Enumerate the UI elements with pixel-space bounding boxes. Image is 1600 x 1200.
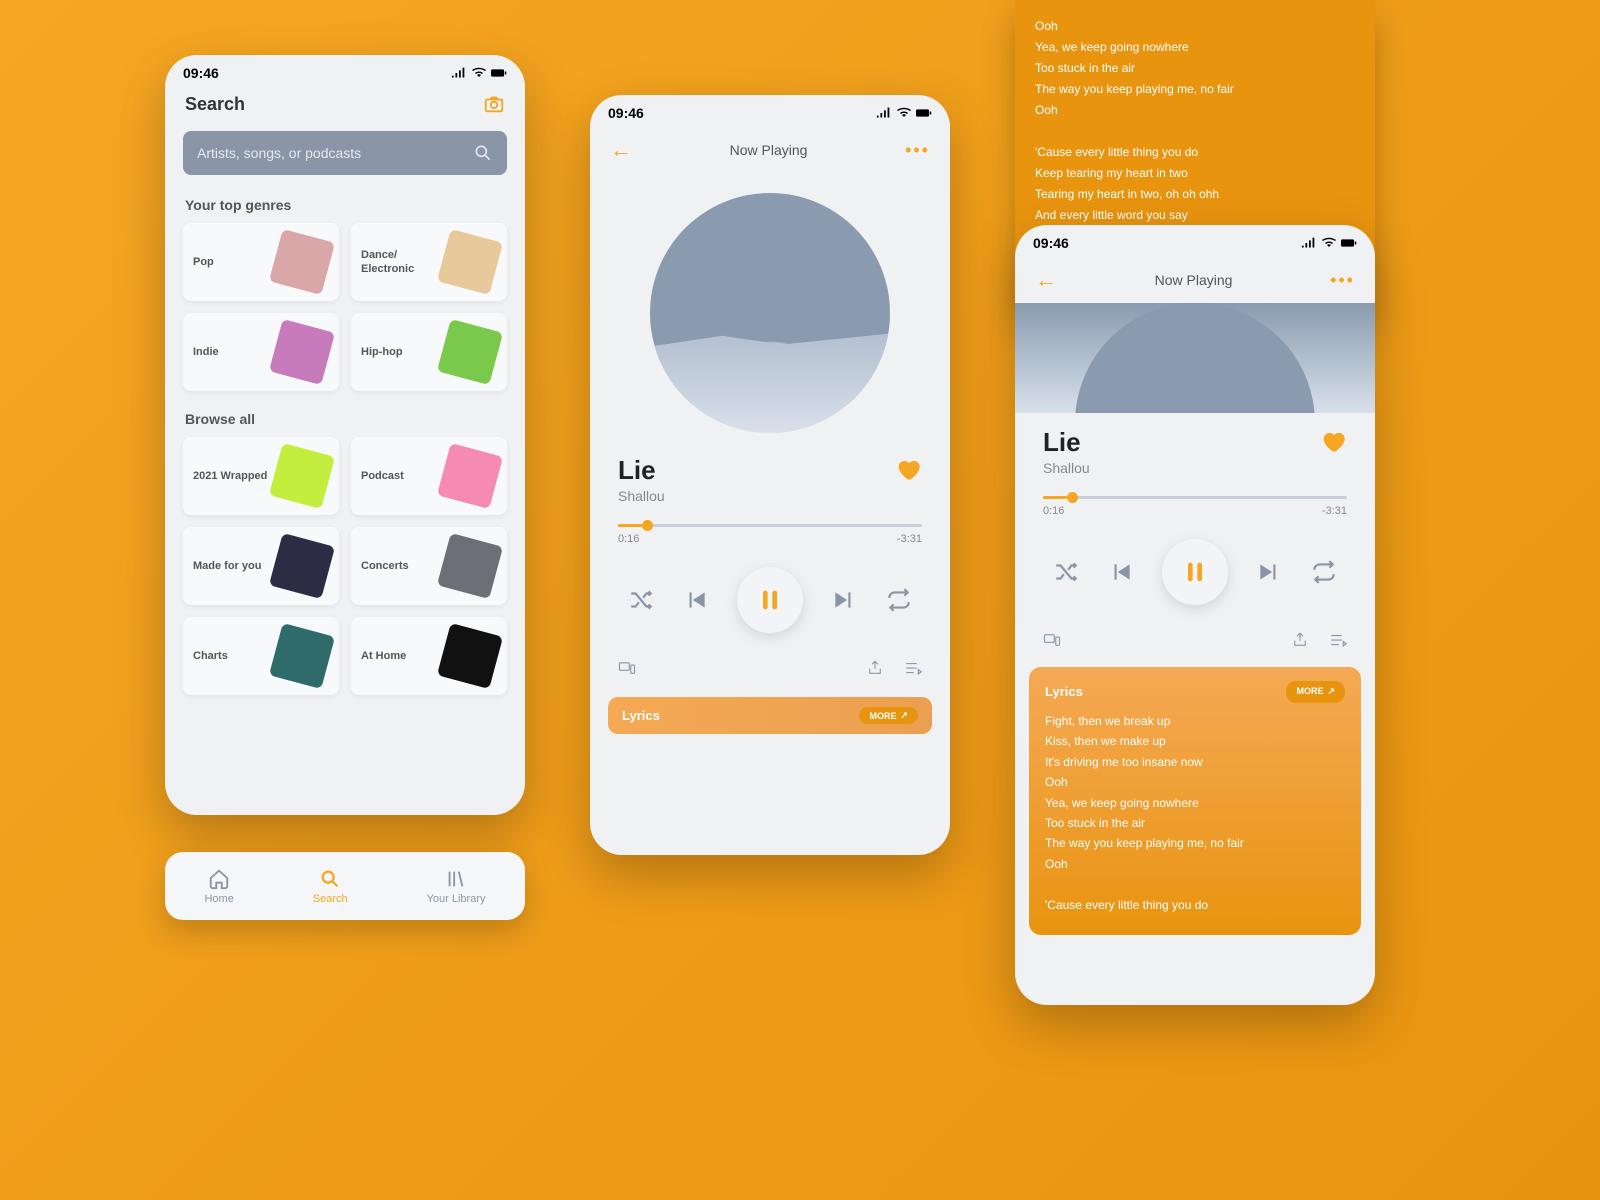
favorite-button[interactable]: [1319, 427, 1347, 455]
genre-tile[interactable]: Concerts: [351, 527, 507, 605]
prev-button[interactable]: [683, 587, 709, 613]
repeat-button[interactable]: [1311, 559, 1337, 585]
tab-library[interactable]: Your Library: [427, 868, 486, 905]
lyrics-pill[interactable]: Lyrics MORE ↗: [608, 697, 932, 734]
tab-search[interactable]: Search: [313, 868, 348, 905]
shuffle-button[interactable]: [628, 587, 654, 613]
genre-tile[interactable]: Charts: [183, 617, 339, 695]
share-icon[interactable]: [866, 659, 884, 677]
shuffle-button[interactable]: [1053, 559, 1079, 585]
devices-icon[interactable]: [618, 659, 636, 677]
share-icon[interactable]: [1291, 631, 1309, 649]
progress-bar[interactable]: 0:16-3:31: [590, 518, 950, 551]
genre-tile[interactable]: Podcast: [351, 437, 507, 515]
phone-player: 09:46 ← Now Playing ••• Lie Shallou 0:16…: [590, 95, 950, 855]
album-art: [650, 193, 890, 433]
search-icon: [473, 143, 493, 163]
genre-tile[interactable]: Indie: [183, 313, 339, 391]
genre-tile[interactable]: 2021 Wrapped: [183, 437, 339, 515]
genre-tile[interactable]: Hip-hop: [351, 313, 507, 391]
more-menu-icon[interactable]: •••: [1330, 270, 1355, 291]
search-input[interactable]: Artists, songs, or podcasts: [183, 131, 507, 175]
back-button[interactable]: ←: [1035, 267, 1057, 293]
queue-icon[interactable]: [1329, 631, 1347, 649]
album-art-cropped: [1015, 303, 1375, 413]
prev-button[interactable]: [1108, 559, 1134, 585]
favorite-button[interactable]: [894, 455, 922, 483]
tab-home[interactable]: Home: [204, 868, 233, 905]
lyrics-panel[interactable]: LyricsMORE ↗ Fight, then we break upKiss…: [1029, 667, 1361, 935]
devices-icon[interactable]: [1043, 631, 1061, 649]
status-icons: [451, 67, 507, 79]
genre-tile[interactable]: Made for you: [183, 527, 339, 605]
track-artist: Shallou: [590, 488, 950, 518]
lyrics-more-button: MORE ↗: [859, 707, 918, 724]
repeat-button[interactable]: [886, 587, 912, 613]
phone-search: 09:46 Search Artists, songs, or podcasts…: [165, 55, 525, 815]
next-button[interactable]: [1256, 559, 1282, 585]
genre-tile[interactable]: Pop: [183, 223, 339, 301]
track-title: Lie: [618, 455, 656, 486]
status-bar: 09:46: [165, 55, 525, 87]
now-playing-title: Now Playing: [730, 142, 808, 158]
section-browse: Browse all: [165, 403, 525, 437]
search-placeholder: Artists, songs, or podcasts: [197, 145, 473, 161]
camera-icon[interactable]: [483, 93, 505, 115]
back-button[interactable]: ←: [610, 137, 632, 163]
genre-tile[interactable]: At Home: [351, 617, 507, 695]
search-header: Search: [165, 87, 525, 125]
more-menu-icon[interactable]: •••: [905, 140, 930, 161]
progress-bar[interactable]: 0:16-3:31: [1015, 490, 1375, 523]
status-time: 09:46: [183, 65, 219, 81]
queue-icon[interactable]: [904, 659, 922, 677]
pause-button[interactable]: [737, 567, 803, 633]
pause-button[interactable]: [1162, 539, 1228, 605]
tab-bar: Home Search Your Library: [165, 852, 525, 920]
page-title: Search: [185, 94, 245, 115]
next-button[interactable]: [831, 587, 857, 613]
genre-tile[interactable]: Dance/ Electronic: [351, 223, 507, 301]
phone-lyrics: 09:46 ← Now Playing ••• Lie Shallou 0:16…: [1015, 225, 1375, 1005]
section-top-genres: Your top genres: [165, 189, 525, 223]
